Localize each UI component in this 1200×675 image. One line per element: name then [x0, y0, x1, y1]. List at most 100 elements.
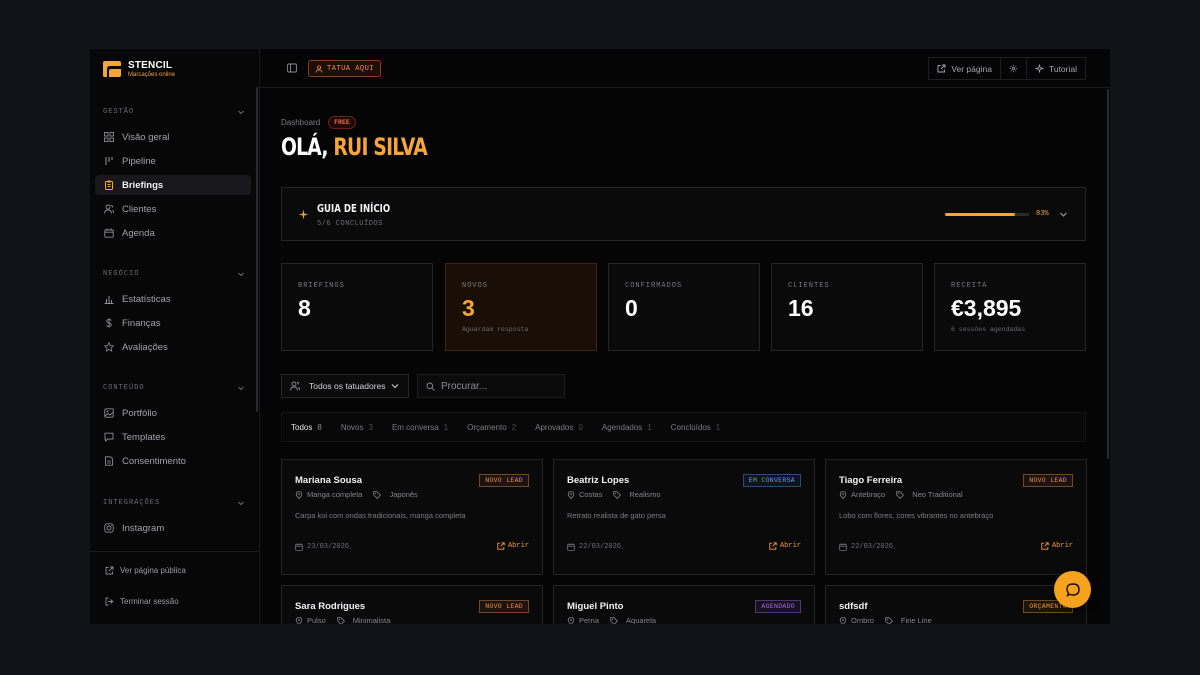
sidebar-item-label: Instagram — [122, 522, 165, 534]
tab-concluidos[interactable]: Concluídos 1 — [671, 423, 720, 432]
calendar-icon — [104, 228, 114, 238]
main-scrollbar[interactable] — [1107, 89, 1109, 459]
tab-novos[interactable]: Novos 3 — [341, 423, 373, 432]
user-icon — [315, 64, 323, 73]
stat-card-briefings[interactable]: BRIEFINGS 8 — [281, 263, 433, 351]
tab-count: 1 — [647, 422, 652, 432]
sidebar-item-label: Estatísticas — [122, 293, 171, 305]
client-name: sdfsdf — [839, 601, 868, 612]
sidebar-item-clientes[interactable]: Clientes — [95, 199, 251, 219]
body-zone: Antebraço — [851, 490, 886, 499]
sidebar-item-briefings[interactable]: Briefings — [95, 175, 251, 195]
external-link-icon — [937, 64, 946, 73]
tutorial-button[interactable]: Tutorial — [1026, 57, 1086, 80]
document-icon — [105, 456, 113, 466]
briefing-card[interactable]: Sara Rodrigues NOVO LEAD Pulso Minimalis… — [281, 585, 543, 624]
tab-orcamento[interactable]: Orçamento 2 — [467, 423, 516, 432]
search-input[interactable] — [441, 380, 551, 392]
tag-icon — [885, 616, 893, 624]
location-pin-icon — [295, 490, 303, 499]
search-field[interactable] — [417, 374, 565, 398]
stat-card-clientes[interactable]: CLIENTES 16 — [771, 263, 923, 351]
tag-icon — [613, 490, 622, 499]
users-icon — [104, 204, 114, 214]
tag-icon — [610, 616, 618, 624]
open-briefing-link[interactable]: Abrir — [497, 542, 529, 550]
stat-card-receita[interactable]: RECEITA €3,895 6 sessões agendadas — [934, 263, 1086, 351]
open-briefing-link[interactable]: Abrir — [769, 542, 801, 550]
guide-progress-label: 83% — [1036, 210, 1049, 218]
chat-button[interactable] — [1054, 571, 1091, 608]
view-page-button[interactable]: Ver página — [928, 57, 1001, 80]
artist-filter-value: Todos os tatuadores — [309, 381, 386, 391]
section-head-negocio[interactable]: NEGÓCIO — [103, 268, 245, 280]
brand-logo[interactable]: STENCIL Marcações online — [101, 59, 175, 79]
sidebar-item-pipeline[interactable]: Pipeline — [95, 151, 251, 171]
tab-label: Agendados — [601, 422, 643, 432]
briefing-card[interactable]: Mariana Sousa NOVO LEAD Manga completa J… — [281, 459, 543, 575]
external-link-icon — [105, 566, 114, 575]
star-icon — [104, 342, 114, 352]
tatua-aqui-button[interactable]: TATUA AQUI — [308, 60, 382, 77]
date-value: 22/03/2026 — [851, 543, 894, 551]
tutorial-label: Tutorial — [1048, 63, 1077, 74]
tag-icon — [373, 490, 382, 499]
sparkle-icon — [298, 209, 309, 220]
location-pin-icon — [839, 490, 847, 499]
tag-icon — [337, 616, 345, 624]
section-head-integracoes[interactable]: INTEGRAÇÕES — [103, 497, 245, 509]
tatua-aqui-label: TATUA AQUI — [327, 64, 375, 73]
stat-label: BRIEFINGS — [298, 282, 345, 290]
tab-aprovados[interactable]: Aprovados 0 — [535, 423, 583, 432]
status-badge: NOVO LEAD — [479, 474, 529, 487]
sidebar-item-visao-geral[interactable]: Visão geral — [95, 127, 251, 147]
sidebar-item-templates[interactable]: Templates — [95, 427, 251, 447]
briefing-card[interactable]: Beatriz Lopes EM CONVERSA Costas Realism… — [553, 459, 815, 575]
chevron-down-icon[interactable] — [1059, 210, 1068, 219]
public-page-link[interactable]: Ver página pública — [105, 566, 186, 575]
sidebar-item-financas[interactable]: Finanças — [95, 313, 251, 333]
section-head-gestao[interactable]: GESTÃO — [103, 106, 245, 118]
card-date: 22/03/2026 — [567, 543, 621, 551]
tab-todos[interactable]: Todos 8 — [291, 423, 322, 432]
sidebar-item-label: Consentimento — [122, 455, 186, 467]
section-head-conteudo[interactable]: CONTEÚDO — [103, 382, 245, 394]
logout-label: Terminar sessão — [120, 597, 179, 606]
sidebar-item-agenda[interactable]: Agenda — [95, 223, 251, 243]
artist-filter-select[interactable]: Todos os tatuadores — [281, 374, 409, 398]
tab-label: Aprovados — [535, 422, 574, 432]
location-pin-icon — [567, 616, 575, 624]
sidebar-scrollbar[interactable] — [256, 87, 258, 412]
open-label: Abrir — [1051, 542, 1073, 550]
tattoo-style: Realismo — [629, 490, 661, 499]
public-page-label: Ver página pública — [120, 566, 186, 575]
tab-agendados[interactable]: Agendados 1 — [602, 423, 652, 432]
location-pin-icon — [567, 490, 575, 499]
client-name: Sara Rodrigues — [295, 601, 366, 612]
sidebar-item-estatisticas[interactable]: Estatísticas — [95, 289, 251, 309]
stat-card-novos[interactable]: NOVOS 3 Aguardam resposta — [445, 263, 597, 351]
briefing-card[interactable]: Tiago Ferreira NOVO LEAD Antebraço Neo T… — [825, 459, 1087, 575]
dollar-icon — [106, 318, 112, 328]
stat-card-confirmados[interactable]: CONFIRMADOS 0 — [608, 263, 760, 351]
location-pin-icon — [839, 616, 847, 624]
tab-count: 0 — [578, 422, 583, 432]
chevron-down-icon — [238, 110, 244, 115]
tab-label: Em conversa — [391, 422, 439, 432]
brand-tagline: Marcações online — [128, 71, 176, 78]
logout-button[interactable]: Terminar sessão — [105, 597, 179, 606]
briefing-card[interactable]: sdfsdf ORÇAMENTO Ombro Fine Line — [825, 585, 1087, 624]
settings-button[interactable] — [1000, 57, 1027, 80]
stat-subtext: 6 sessões agendadas — [951, 326, 1026, 333]
sidebar-item-consentimento[interactable]: Consentimento — [95, 451, 251, 471]
card-description: Carpa koi com ondas tradicionais, manga … — [295, 511, 466, 520]
onboarding-guide[interactable]: GUIA DE INÍCIO 5/6 CONCLUÍDOS 83% — [281, 187, 1086, 241]
sidebar-item-instagram[interactable]: Instagram — [95, 518, 251, 538]
open-briefing-link[interactable]: Abrir — [1041, 542, 1073, 550]
sidebar-toggle-icon[interactable] — [287, 63, 297, 73]
sidebar-item-avaliacoes[interactable]: Avaliações — [95, 337, 251, 357]
briefing-card[interactable]: Miguel Pinto AGENDADO Perna Aquarela — [553, 585, 815, 624]
breadcrumb-item[interactable]: Dashboard — [281, 118, 320, 127]
tab-em-conversa[interactable]: Em conversa 1 — [392, 423, 448, 432]
sidebar-item-portfolio[interactable]: Portfólio — [95, 403, 251, 423]
